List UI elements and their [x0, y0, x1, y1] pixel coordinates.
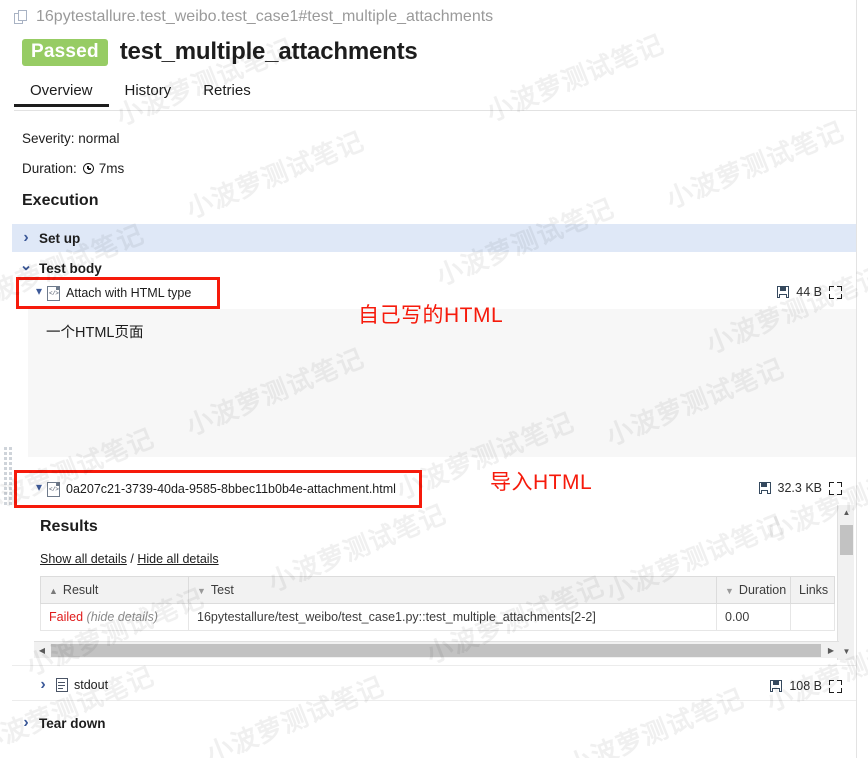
step-tear-down[interactable]: Tear down — [12, 709, 856, 737]
stdout-meta: 108 B — [770, 679, 842, 693]
attachment-1-preview-text: 一个HTML页面 — [46, 325, 144, 341]
copy-icon — [14, 9, 29, 25]
tab-bar: Overview History Retries — [14, 82, 856, 111]
chevron-right-icon — [19, 229, 33, 247]
fullscreen-icon[interactable] — [829, 285, 842, 299]
html-file-icon: </> — [47, 481, 61, 497]
clock-icon — [82, 163, 94, 174]
table-row: Failed (hide details) 16pytestallure/tes… — [40, 603, 835, 631]
show-all-details-link[interactable]: Show all details — [40, 552, 127, 566]
text-file-icon — [56, 678, 68, 692]
horizontal-scroll-thumb[interactable] — [51, 644, 821, 657]
attachment-1-preview — [28, 309, 856, 457]
scroll-right-icon[interactable]: ▶ — [823, 642, 839, 659]
html-file-icon: </> — [47, 285, 61, 301]
duration-value: 7ms — [98, 161, 125, 176]
stdout-label: stdout — [74, 678, 109, 692]
page-title: test_multiple_attachments — [119, 38, 418, 65]
vertical-scroll-thumb[interactable] — [840, 525, 853, 555]
attachment-1-name: Attach with HTML type — [66, 286, 192, 300]
scroll-up-icon[interactable]: ▲ — [838, 505, 855, 521]
results-table: ▲ Result ▼ Test ▼ Duration Links Failed (hi… — [40, 576, 835, 631]
tab-retries[interactable]: Retries — [187, 82, 267, 106]
scroll-left-icon[interactable]: ◀ — [34, 642, 50, 659]
chevron-right-icon — [19, 714, 33, 732]
chevron-right-icon — [36, 676, 50, 694]
attachment-stdout-header[interactable]: stdout — [36, 672, 108, 698]
annotation-text-1: 自己写的HTML — [358, 304, 504, 327]
scroll-down-icon[interactable]: ▼ — [838, 644, 855, 660]
resize-grip-handle[interactable] — [4, 445, 15, 505]
column-header-duration[interactable]: ▼ Duration — [716, 576, 791, 604]
annotation-text-2: 导入HTML — [490, 471, 593, 494]
tab-overview[interactable]: Overview — [14, 82, 109, 107]
page-right-edge — [856, 0, 868, 758]
save-icon[interactable] — [777, 286, 790, 298]
chevron-down-icon: ▾ — [36, 480, 43, 494]
fullscreen-icon[interactable] — [829, 481, 842, 495]
table-header-row: ▲ Result ▼ Test ▼ Duration Links — [40, 576, 835, 604]
attachment-2-header[interactable]: ▾ </> 0a207c21-3739-40da-9585-8bbec11b0b… — [36, 474, 396, 504]
step-set-up-label: Set up — [39, 230, 81, 246]
results-horizontal-scrollbar[interactable]: ◀ ▶ — [34, 641, 839, 658]
severity-label: Severity: — [22, 131, 75, 146]
save-icon[interactable] — [758, 482, 771, 494]
attachment-1-header[interactable]: ▾ </> Attach with HTML type — [36, 278, 191, 308]
cell-duration: 0.00 — [716, 603, 791, 631]
cell-result: Failed (hide details) — [40, 603, 189, 631]
test-title-row: Passed test_multiple_attachments — [22, 38, 418, 66]
stdout-size: 108 B — [789, 679, 822, 693]
duration-label: Duration: — [22, 161, 77, 176]
execution-heading: Execution — [22, 192, 99, 209]
column-header-test[interactable]: ▼ Test — [188, 576, 717, 604]
severity-value: normal — [78, 131, 120, 146]
results-heading: Results — [40, 518, 98, 535]
step-tear-down-label: Tear down — [39, 715, 106, 731]
results-vertical-scrollbar[interactable]: ▲ ▼ — [837, 505, 854, 660]
detail-toggle-links: Show all details / Hide all details — [40, 552, 219, 566]
links-separator: / — [130, 552, 134, 566]
severity-row: Severity: normal — [22, 131, 120, 146]
attachment-1-meta: 44 B — [777, 285, 842, 299]
hide-details-link[interactable]: (hide details) — [87, 610, 159, 624]
sort-desc-icon: ▼ — [197, 586, 206, 596]
attachment-2-size: 32.3 KB — [777, 481, 822, 495]
chevron-down-icon: ▾ — [36, 284, 43, 298]
column-header-result[interactable]: ▲ Result — [40, 576, 189, 604]
column-header-links[interactable]: Links — [790, 576, 835, 604]
tab-history[interactable]: History — [109, 82, 188, 106]
attachment-1-size: 44 B — [796, 285, 822, 299]
breadcrumb-path: 16pytestallure.test_weibo.test_case1#tes… — [36, 8, 494, 25]
fullscreen-icon[interactable] — [829, 679, 842, 693]
sort-desc-icon: ▼ — [725, 586, 734, 596]
sort-asc-icon: ▲ — [49, 586, 58, 596]
hide-all-details-link[interactable]: Hide all details — [137, 552, 218, 566]
duration-row: Duration: 7ms — [22, 161, 124, 176]
attachment-2-meta: 32.3 KB — [758, 481, 842, 495]
save-icon[interactable] — [770, 680, 783, 692]
cell-links — [790, 603, 835, 631]
result-status: Failed — [49, 610, 84, 624]
breadcrumb: 16pytestallure.test_weibo.test_case1#tes… — [14, 8, 493, 26]
status-badge: Passed — [22, 38, 108, 66]
chevron-down-icon — [19, 259, 33, 277]
step-set-up[interactable]: Set up — [12, 224, 856, 252]
cell-test: 16pytestallure/test_weibo/test_case1.py:… — [188, 603, 717, 631]
attachment-2-name: 0a207c21-3739-40da-9585-8bbec11b0b4e-att… — [66, 482, 396, 496]
step-test-body-label: Test body — [39, 260, 102, 276]
